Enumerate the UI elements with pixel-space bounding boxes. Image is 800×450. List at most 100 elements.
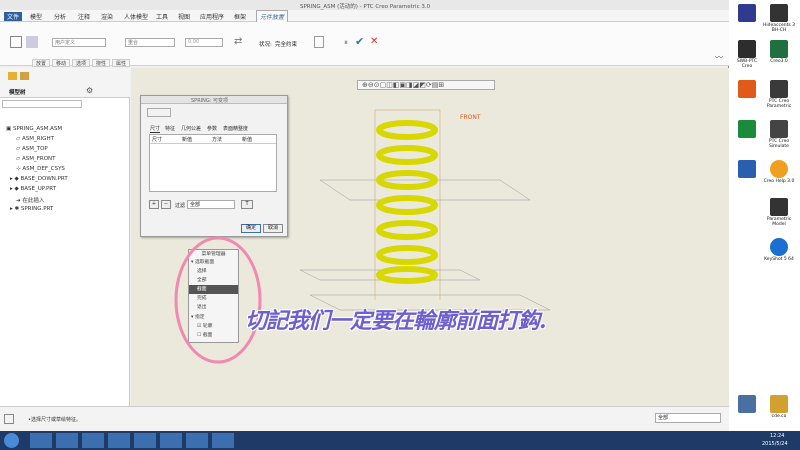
desktop-icon[interactable]: [731, 395, 763, 414]
taskbar-app[interactable]: [56, 433, 78, 448]
clock-date: 2015/5/24: [762, 441, 788, 447]
tab-tools[interactable]: 工具: [156, 12, 168, 21]
desktop-icon[interactable]: Hideaccents 3 BH-CH: [763, 4, 795, 33]
desktop-icon[interactable]: [731, 4, 763, 23]
taskbar-app[interactable]: [82, 433, 104, 448]
column-header: 新值: [242, 137, 253, 143]
title-bar: SPRING_ASM (活动的) - PTC Creo Parametric 3…: [0, 0, 729, 10]
desktop-icon[interactable]: [731, 80, 763, 99]
layer-icon[interactable]: [20, 72, 29, 80]
tree-item[interactable]: ▱ ASM_RIGHT: [16, 136, 54, 142]
selection-filter-dropdown[interactable]: 全部: [655, 413, 721, 423]
column-header: 尺寸: [152, 137, 163, 143]
text-icon[interactable]: T: [241, 200, 253, 209]
tree-search-input[interactable]: [2, 100, 82, 108]
desktop-icon[interactable]: cde.co: [763, 395, 795, 419]
subtab-properties[interactable]: 属性: [112, 59, 131, 67]
start-button[interactable]: [4, 433, 19, 448]
offset-input[interactable]: 0.00: [185, 38, 223, 47]
add-button[interactable]: +: [149, 200, 159, 209]
annotation-circle: [174, 236, 262, 364]
tab-framework[interactable]: 框架: [234, 12, 246, 21]
sub-tabs: 放置 移动 选项 挠性 属性: [0, 59, 729, 67]
filter-dropdown[interactable]: 全部: [187, 200, 235, 209]
taskbar-app[interactable]: [212, 433, 234, 448]
dialog-title: SPRING: 可变项: [191, 98, 229, 104]
ribbon-tab-bar: 文件 模型 分析 注释 渲染 人体模型 工具 视图 应用程序 框架 元件放置: [0, 10, 729, 23]
model-tree-title: 模型树: [9, 90, 26, 96]
tab-model[interactable]: 模型: [30, 12, 42, 21]
tab-manikin[interactable]: 人体模型: [124, 12, 148, 21]
desktop-icon[interactable]: PTC Creo Simulate: [763, 120, 795, 149]
column-header: 方法: [212, 137, 223, 143]
desktop-icon[interactable]: KeyShot 5 64: [763, 238, 795, 262]
desktop-icon[interactable]: PTC Creo Parametric: [763, 80, 795, 109]
cancel-x-icon[interactable]: ✕: [370, 36, 378, 47]
flip-icon[interactable]: ⇄: [234, 36, 242, 47]
tree-settings-icon[interactable]: ⚙: [86, 86, 93, 95]
column-header: 新值: [182, 137, 193, 143]
tree-item[interactable]: ▣ SPRING_ASM.ASM: [6, 126, 62, 132]
taskbar-app[interactable]: [160, 433, 182, 448]
status-message: •选择尺寸或草绘特征。: [28, 417, 81, 423]
desktop: Hideaccents 3 BH-CH SWB-PTC Creo Creo3.0…: [729, 0, 800, 431]
file-menu[interactable]: 文件: [4, 12, 23, 21]
status-label: 状况:: [259, 42, 272, 48]
tab-render[interactable]: 渲染: [101, 12, 113, 21]
constraint-icon[interactable]: [26, 36, 38, 48]
tab-dimensions[interactable]: 尺寸: [150, 125, 161, 133]
window-title: SPRING_ASM (活动的) - PTC Creo Parametric 3…: [300, 4, 431, 10]
datum-front-label: FRONT: [460, 114, 481, 121]
confirm-check-icon[interactable]: ✔: [355, 35, 364, 48]
subtab-flexibility[interactable]: 挠性: [92, 59, 111, 67]
tree-item[interactable]: ➜ 在此插入: [16, 196, 44, 204]
folder-icon[interactable]: [8, 72, 17, 80]
taskbar: 12:24 2015/5/24: [0, 431, 800, 450]
remove-button[interactable]: −: [161, 200, 171, 209]
tree-item[interactable]: ▱ ASM_FRONT: [16, 156, 56, 162]
left-toolbar: 模型树 ⚙: [0, 68, 130, 98]
status-bar: •选择尺寸或草绘特征。 全部: [0, 406, 729, 431]
taskbar-app[interactable]: [134, 433, 156, 448]
zoom-icons[interactable]: ⊕⊖⊙▢◫◧▣◨◪◩⟳▤⊞: [362, 81, 444, 89]
subtab-placement[interactable]: 放置: [32, 59, 51, 67]
taskbar-app[interactable]: [30, 433, 52, 448]
tree-item[interactable]: ⊹ ASM_DEF_CSYS: [16, 166, 65, 172]
tab-annotate[interactable]: 注释: [78, 12, 90, 21]
tree-item[interactable]: ▸ ◆ BASE_DOWN.PRT: [10, 176, 68, 182]
tab-features[interactable]: 特征: [165, 125, 175, 132]
spring-model[interactable]: [300, 100, 560, 320]
desktop-icon[interactable]: [731, 120, 763, 139]
creo-window: SPRING_ASM (活动的) - PTC Creo Parametric 3…: [0, 0, 729, 431]
tab-surface-finish[interactable]: 表面精整度: [223, 125, 248, 132]
tab-view[interactable]: 视图: [178, 12, 190, 21]
tree-item[interactable]: ▱ ASM_TOP: [16, 146, 48, 152]
subtab-options[interactable]: 选项: [72, 59, 91, 67]
pause-icon[interactable]: ⏸: [344, 38, 348, 48]
subtab-move[interactable]: 移动: [52, 59, 71, 67]
status-value: 完全约束: [275, 42, 298, 48]
status-icon[interactable]: [4, 414, 14, 424]
taskbar-app[interactable]: [108, 433, 130, 448]
dimension-table[interactable]: 尺寸 新值 方法 新值: [149, 134, 277, 192]
placement-dropdown[interactable]: 用户定义: [52, 38, 106, 47]
taskbar-app[interactable]: [186, 433, 208, 448]
tree-item[interactable]: ▸ ✱ SPRING.PRT: [10, 206, 53, 212]
desktop-icon[interactable]: Creo3.0: [763, 40, 795, 64]
tab-parameters[interactable]: 参数: [207, 125, 217, 132]
tab-gtol[interactable]: 几何公差: [181, 125, 201, 132]
tree-item[interactable]: ▸ ◆ BASE_UP.PRT: [10, 186, 56, 192]
separate-window-icon[interactable]: [314, 36, 324, 48]
tab-analysis[interactable]: 分析: [54, 12, 66, 21]
spring-coils: [376, 120, 438, 284]
desktop-icon[interactable]: Creo Help 3.0: [763, 160, 795, 184]
dialog-toolbar[interactable]: [147, 108, 171, 117]
desktop-icon[interactable]: [731, 160, 763, 179]
relations-dialog: SPRING: 可变项 尺寸 特征 几何公差 参数 表面精整度 尺寸 新值 方法…: [140, 95, 288, 237]
desktop-icon[interactable]: Parametric Model: [763, 198, 795, 227]
auto-icon[interactable]: [10, 36, 22, 48]
view-toolbar: ⊕⊖⊙▢◫◧▣◨◪◩⟳▤⊞: [357, 80, 495, 90]
desktop-icon[interactable]: SWB-PTC Creo: [731, 40, 763, 69]
tab-applications[interactable]: 应用程序: [200, 12, 224, 21]
constraint-dropdown[interactable]: 重合: [125, 38, 175, 47]
